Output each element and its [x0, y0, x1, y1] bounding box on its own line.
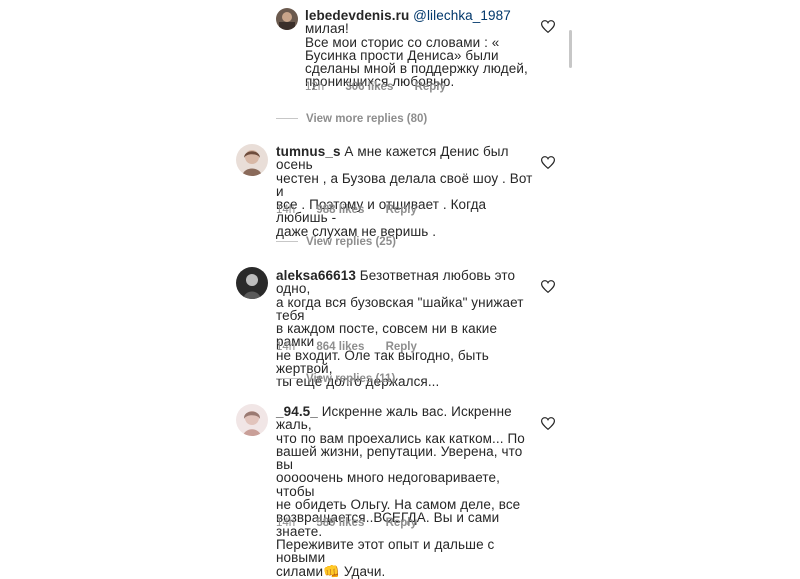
- view-replies-button[interactable]: View replies (25): [276, 236, 396, 248]
- reply-button[interactable]: Reply: [415, 81, 446, 93]
- comment-text: lebedevdenis.ru @lilechka_1987 милая! Вс…: [305, 9, 535, 89]
- heart-outline-icon[interactable]: [541, 417, 555, 430]
- avatar[interactable]: [236, 267, 268, 299]
- comment-body-line: ооооочень много недоговариваете, чтобы: [276, 470, 500, 499]
- view-more-replies-button[interactable]: View more replies (80): [276, 113, 427, 125]
- comment-body-line: честен , а Бузова делала своё шоу . Вот …: [276, 170, 533, 199]
- heart-outline-icon[interactable]: [541, 280, 555, 293]
- heart-outline-icon[interactable]: [541, 20, 555, 33]
- view-replies-label: View replies (25): [306, 236, 396, 248]
- reply-button[interactable]: Reply: [386, 204, 417, 216]
- comment-time: 14h: [276, 204, 296, 216]
- comment-body-line: а когда вся бузовская "шайка" унижает те…: [276, 294, 524, 323]
- comment-time: 14h: [276, 341, 296, 353]
- view-replies-button[interactable]: View replies (11): [276, 373, 395, 385]
- comment-meta: 14h 864 likes Reply: [276, 341, 435, 353]
- comment-meta: 12h 306 likes Reply: [305, 81, 464, 93]
- avatar[interactable]: [236, 404, 268, 436]
- comment-meta: 14h 589 likes Reply: [276, 517, 435, 529]
- divider-line: [276, 241, 298, 243]
- background-right: [575, 0, 800, 533]
- comment-likes[interactable]: 589 likes: [316, 517, 364, 529]
- comment-text: aleksa66613 Безответная любовь это одно,…: [276, 269, 536, 389]
- comment-body-line: силами👊 Удачи.: [276, 563, 386, 579]
- divider-line: [276, 118, 298, 120]
- comment-body-line: вашей жизни, репутации. Уверена, что вы: [276, 443, 523, 473]
- comment-time: 14h: [276, 517, 296, 529]
- scrollbar[interactable]: [569, 30, 572, 68]
- comment-likes[interactable]: 988 likes: [316, 204, 364, 216]
- comment-meta: 14h 988 likes Reply: [276, 204, 435, 216]
- heart-outline-icon[interactable]: [541, 156, 555, 169]
- avatar[interactable]: [276, 8, 298, 30]
- comment-mention[interactable]: @lilechka_1987: [413, 8, 511, 23]
- reply-button[interactable]: Reply: [386, 341, 417, 353]
- comment-text: _94.5_ Искренне жаль вас. Искренне жаль,…: [276, 405, 541, 578]
- comment-likes[interactable]: 306 likes: [345, 81, 393, 93]
- background-left: [0, 0, 225, 533]
- view-replies-label: View more replies (80): [306, 113, 428, 125]
- divider-line: [276, 378, 298, 380]
- view-replies-label: View replies (11): [306, 373, 396, 385]
- comment-body-line: Переживите этот опыт и дальше с новыми: [276, 536, 495, 566]
- comment-text: tumnus_s А мне кажется Денис был осень ч…: [276, 145, 536, 238]
- comment-likes[interactable]: 864 likes: [316, 341, 364, 353]
- avatar[interactable]: [236, 144, 268, 176]
- reply-button[interactable]: Reply: [386, 517, 417, 529]
- comment-time: 12h: [305, 81, 325, 93]
